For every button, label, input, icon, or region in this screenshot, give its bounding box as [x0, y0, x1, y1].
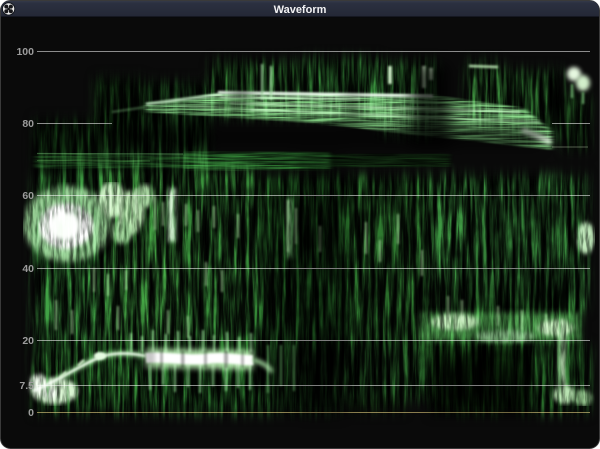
svg-text:0: 0: [28, 407, 34, 419]
svg-text:100: 100: [16, 46, 34, 58]
svg-text:Waveform: Waveform: [274, 4, 327, 16]
svg-text:80: 80: [22, 118, 34, 130]
svg-text:7.5: 7.5: [19, 380, 34, 392]
svg-text:20: 20: [22, 335, 34, 347]
svg-text:60: 60: [22, 190, 34, 202]
svg-text:40: 40: [22, 263, 34, 275]
